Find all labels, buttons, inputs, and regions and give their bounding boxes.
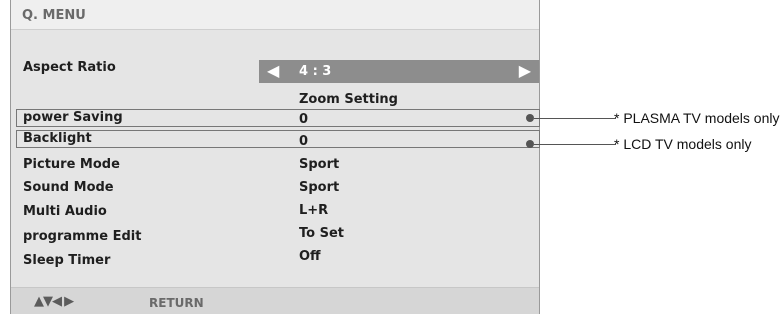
lcd-models-note: * LCD TV models only [614,136,752,152]
lcd-callout-line [534,144,616,145]
aspect-ratio-label: Aspect Ratio [23,60,116,75]
arrow-left-icon[interactable]: ◀ [267,63,279,79]
menu-item-backlight-label[interactable]: Backlight [23,131,92,146]
quick-menu-panel: Q. MENU Aspect Ratio ◀ 4 : 3 ▶ Zoom Sett… [10,0,540,314]
menu-item-backlight-value: 0 [299,134,309,149]
menu-item-picture-mode-value: Sport [299,157,340,172]
menu-title-bar: Q. MENU [11,0,539,30]
zoom-setting-option[interactable]: Zoom Setting [299,92,398,107]
menu-item-sound-mode-label[interactable]: Sound Mode [23,180,114,195]
menu-item-sleep-timer-label[interactable]: Sleep Timer [23,253,110,268]
navigation-arrows-icon: ▲▼◀ ▶ [34,294,74,309]
plasma-models-note: * PLASMA TV models only [614,110,780,126]
return-label: RETURN [149,296,204,310]
menu-item-power-saving-label[interactable]: power Saving [23,110,123,125]
menu-item-multi-audio-label[interactable]: Multi Audio [23,204,107,219]
menu-footer: ▲▼◀ ▶ RETURN [11,287,539,314]
arrow-right-icon[interactable]: ▶ [519,63,531,79]
plasma-callout-line [534,118,616,119]
aspect-ratio-selector[interactable]: ◀ 4 : 3 ▶ [259,60,539,83]
menu-title: Q. MENU [22,8,86,23]
menu-item-multi-audio-value: L+R [299,203,329,218]
menu-item-programme-edit-value: To Set [299,226,344,241]
menu-item-sound-mode-value: Sport [299,180,340,195]
lcd-callout-dot [526,140,534,148]
backlight-row-highlight [16,130,540,148]
menu-item-power-saving-value: 0 [299,112,309,127]
aspect-ratio-value: 4 : 3 [299,64,332,79]
menu-item-picture-mode-label[interactable]: Picture Mode [23,157,120,172]
menu-item-sleep-timer-value: Off [299,249,321,264]
menu-item-programme-edit-label[interactable]: programme Edit [23,229,141,244]
plasma-callout-dot [526,114,534,122]
